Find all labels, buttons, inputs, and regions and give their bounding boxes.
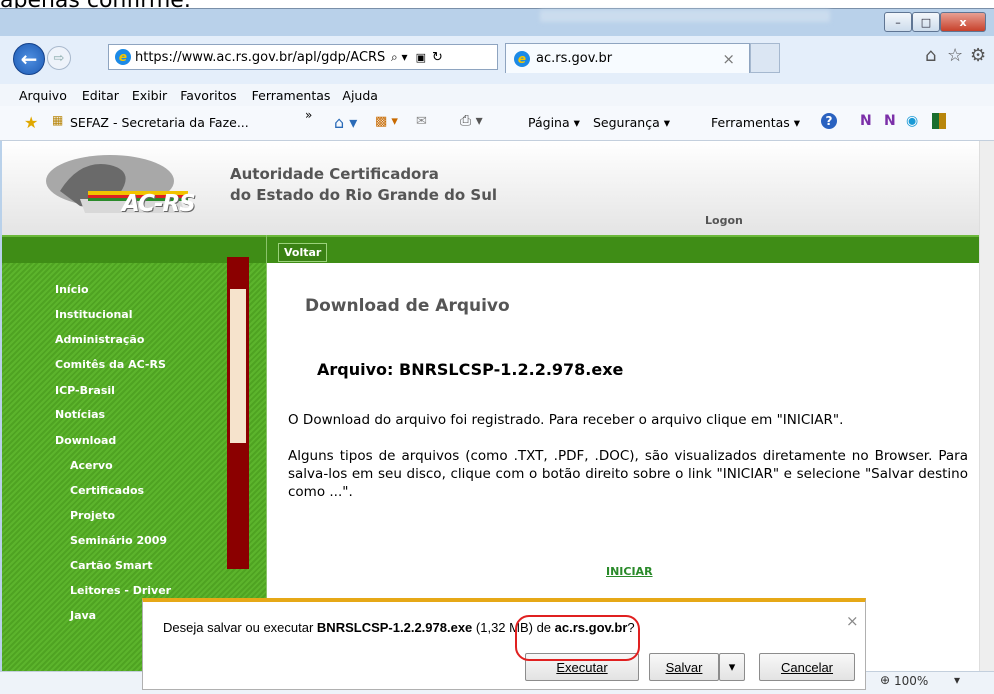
logon-link[interactable]: Logon [705, 214, 743, 227]
menu-ajuda[interactable]: Ajuda [342, 88, 378, 103]
header-title-line2: do Estado do Rio Grande do Sul [230, 186, 498, 204]
tab-title: ac.rs.gov.br [536, 51, 613, 66]
cancelar-button[interactable]: Cancelar [759, 653, 855, 681]
prompt-filename: BNRSLCSP-1.2.2.978.exe [316, 620, 473, 635]
favorites-more-chevron-icon[interactable]: » [305, 108, 312, 122]
sefaz-fav-icon: ▦ [52, 113, 64, 127]
onenote-icon[interactable]: N [860, 113, 872, 129]
favorites-star-add-icon[interactable]: ★ [24, 113, 38, 132]
favorites-star-icon[interactable]: ☆ [947, 45, 963, 66]
ie-tab-icon: e [514, 50, 530, 67]
sidebar-item-inicio[interactable]: Início [55, 283, 89, 296]
lock-icon[interactable]: ▣ [416, 51, 426, 64]
back-arrow-icon: ← [20, 47, 38, 71]
ie-page-icon: e [115, 49, 131, 65]
close-window-button[interactable]: x [940, 12, 986, 32]
minimize-button[interactable]: – [884, 12, 912, 32]
menu-editar[interactable]: Editar [82, 88, 119, 103]
sidebar-subitem-leitores[interactable]: Leitores - Driver [70, 584, 171, 597]
favorite-sefaz-link[interactable]: SEFAZ - Secretaria da Faze... [70, 115, 249, 130]
home-icon[interactable]: ⌂ [925, 45, 936, 66]
acrs-logo: AC-RS [40, 151, 200, 221]
onenote-linked-icon[interactable]: N [884, 113, 896, 129]
title-bar-glass [540, 10, 830, 22]
prompt-host: ac.rs.gov.br [554, 620, 628, 635]
new-tab-button[interactable] [750, 43, 780, 73]
header-title-line1: Autoridade Certificadora [230, 165, 439, 183]
page-vertical-scrollbar[interactable] [979, 141, 994, 671]
addon-icon[interactable] [932, 113, 946, 129]
file-heading: Arquivo: BNRSLCSP-1.2.2.978.exe [317, 360, 624, 379]
iniciar-link[interactable]: INICIAR [606, 565, 653, 578]
prompt-size: (1,32 MB) de [472, 620, 555, 635]
download-notification: Deseja salvar ou executar BNRSLCSP-1.2.2… [142, 598, 866, 690]
page-content: AC-RS Autoridade Certificadora do Estado… [2, 141, 979, 671]
menu-favoritos[interactable]: Favoritos [180, 88, 236, 103]
sidebar-item-comites[interactable]: Comitês da AC-RS [55, 358, 166, 371]
refresh-icon[interactable]: ↻ [432, 50, 443, 65]
mail-icon[interactable]: ✉ [416, 114, 427, 129]
download-prompt: Deseja salvar ou executar BNRSLCSP-1.2.2… [163, 620, 635, 635]
menu-ferramentas[interactable]: Ferramentas [252, 88, 331, 103]
page-title: Download de Arquivo [305, 296, 510, 316]
notification-close-icon[interactable]: × [846, 612, 859, 630]
maximize-button[interactable]: □ [912, 12, 940, 32]
prompt-prefix: Deseja salvar ou executar [163, 620, 317, 635]
tab-active[interactable]: e ac.rs.gov.br × [505, 43, 750, 73]
sidebar-item-icp-brasil[interactable]: ICP-Brasil [55, 384, 115, 397]
back-button[interactable]: ← [13, 43, 45, 75]
download-paragraph-2: Alguns tipos de arquivos (como .TXT, .PD… [288, 448, 968, 500]
salvar-button[interactable]: Salvar [649, 653, 719, 681]
menu-bar: Arquivo Editar Exibir Favoritos Ferramen… [0, 84, 994, 106]
forward-arrow-icon: ⇨ [53, 50, 65, 66]
sidebar-subitem-java[interactable]: Java [70, 609, 96, 622]
logo-text: AC-RS [122, 191, 196, 217]
sidebar-subitem-projeto[interactable]: Projeto [70, 509, 115, 522]
address-bar[interactable]: e https://www.ac.rs.gov.br/apl/gdp/ACRS/… [108, 44, 498, 70]
sidebar-item-administracao[interactable]: Administração [55, 333, 144, 346]
zoom-icon[interactable]: ⊕ [880, 673, 890, 687]
menu-arquivo[interactable]: Arquivo [19, 88, 67, 103]
search-dropdown-icon[interactable]: ⌕ ▾ [391, 50, 408, 65]
ferramentas-cmd-menu[interactable]: Ferramentas ▾ [711, 115, 800, 130]
sidebar-item-noticias[interactable]: Notícias [55, 408, 105, 421]
feeds-icon[interactable]: ▩ ▾ [375, 114, 398, 129]
sidebar-scroll-thumb[interactable] [230, 289, 246, 443]
executar-button[interactable]: Executar [525, 653, 639, 681]
skype-icon[interactable]: ◉ [906, 113, 918, 129]
help-icon[interactable]: ? [821, 113, 837, 129]
menu-exibir[interactable]: Exibir [132, 88, 167, 103]
gear-icon[interactable]: ⚙ [970, 45, 986, 66]
prompt-suffix: ? [627, 620, 635, 635]
address-url[interactable]: https://www.ac.rs.gov.br/apl/gdp/ACRS/​ [135, 50, 385, 65]
print-icon[interactable]: ⎙ ▾ [460, 113, 483, 129]
seguranca-menu[interactable]: Segurança ▾ [593, 115, 670, 130]
sidebar-item-download[interactable]: Download [55, 434, 116, 447]
sidebar-subitem-cartao-smart[interactable]: Cartão Smart [70, 559, 152, 572]
home-cmd-icon[interactable]: ⌂ ▾ [334, 113, 357, 132]
sidebar-item-institucional[interactable]: Institucional [55, 308, 132, 321]
zoom-dropdown-icon[interactable]: ▾ [954, 673, 960, 687]
green-nav-bar [2, 235, 979, 263]
forward-button[interactable]: ⇨ [47, 46, 71, 70]
voltar-button[interactable]: Voltar [278, 243, 328, 262]
sidebar-subitem-acervo[interactable]: Acervo [70, 459, 113, 472]
zoom-level[interactable]: 100% [894, 674, 928, 688]
salvar-dropdown-arrow[interactable]: ▾ [719, 653, 745, 681]
sidebar-subitem-seminario[interactable]: Seminário 2009 [70, 534, 167, 547]
tab-close-icon[interactable]: × [722, 50, 735, 68]
sidebar-subitem-certificados[interactable]: Certificados [70, 484, 144, 497]
pagina-menu[interactable]: Página ▾ [528, 115, 580, 130]
download-paragraph-1: O Download do arquivo foi registrado. Pa… [288, 412, 844, 428]
